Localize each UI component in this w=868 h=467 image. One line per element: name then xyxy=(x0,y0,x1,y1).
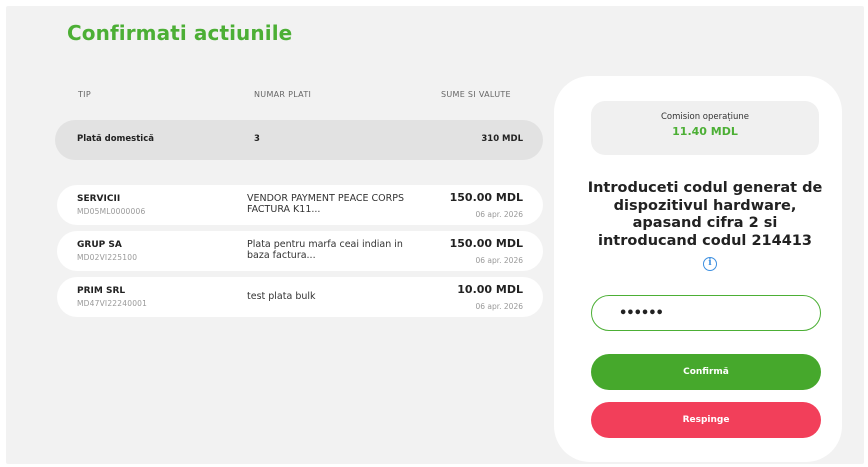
column-header-amount: SUME SI VALUTE xyxy=(441,90,511,99)
confirmation-panel: Comision operațiune 11.40 MDL Introducet… xyxy=(554,76,842,462)
column-header-count: NUMAR PLATI xyxy=(254,90,312,99)
page-title: Confirmati actiunile xyxy=(67,21,293,45)
payee-name: PRIM SRL xyxy=(77,286,126,296)
payee-name: GRUP SA xyxy=(77,240,122,250)
payment-row[interactable]: PRIM SRL MD47VI22240001 test plata bulk … xyxy=(57,277,543,317)
code-input[interactable] xyxy=(591,295,821,331)
payment-amount: 150.00 MDL xyxy=(449,191,523,204)
payment-description: test plata bulk xyxy=(247,291,316,302)
reject-button[interactable]: Respinge xyxy=(591,402,821,438)
fee-label: Comision operațiune xyxy=(660,112,750,122)
fee-value: 11.40 MDL xyxy=(672,125,738,138)
payment-date: 06 apr. 2026 xyxy=(475,302,523,311)
info-icon[interactable]: i xyxy=(703,257,717,271)
summary-type: Plată domestică xyxy=(77,134,154,144)
payment-date: 06 apr. 2026 xyxy=(475,210,523,219)
payee-name: SERVICII xyxy=(77,194,121,204)
payment-amount: 10.00 MDL xyxy=(457,283,523,296)
payment-row[interactable]: SERVICII MD05ML0000006 VENDOR PAYMENT PE… xyxy=(57,185,543,225)
confirm-button[interactable]: Confirmă xyxy=(591,354,821,390)
payment-description: VENDOR PAYMENT PEACE CORPS FACTURA K11..… xyxy=(247,193,405,215)
payment-date: 06 apr. 2026 xyxy=(475,256,523,265)
summary-row: Plată domestică 3 310 MDL xyxy=(55,120,543,160)
payment-description: Plata pentru marfa ceai indian in baza f… xyxy=(247,239,403,261)
payee-account: MD05ML0000006 xyxy=(77,207,146,216)
payment-amount: 150.00 MDL xyxy=(449,237,523,250)
payee-account: MD02VI225100 xyxy=(77,253,138,262)
payee-account: MD47VI22240001 xyxy=(77,299,148,308)
instruction-text: Introduceti codul generat de dispozitivu… xyxy=(587,180,823,249)
column-header-type: TIP xyxy=(78,90,91,99)
payment-row[interactable]: GRUP SA MD02VI225100 Plata pentru marfa … xyxy=(57,231,543,271)
summary-count: 3 xyxy=(254,134,260,144)
summary-amount: 310 MDL xyxy=(481,134,523,144)
fee-box: Comision operațiune 11.40 MDL xyxy=(591,101,819,155)
